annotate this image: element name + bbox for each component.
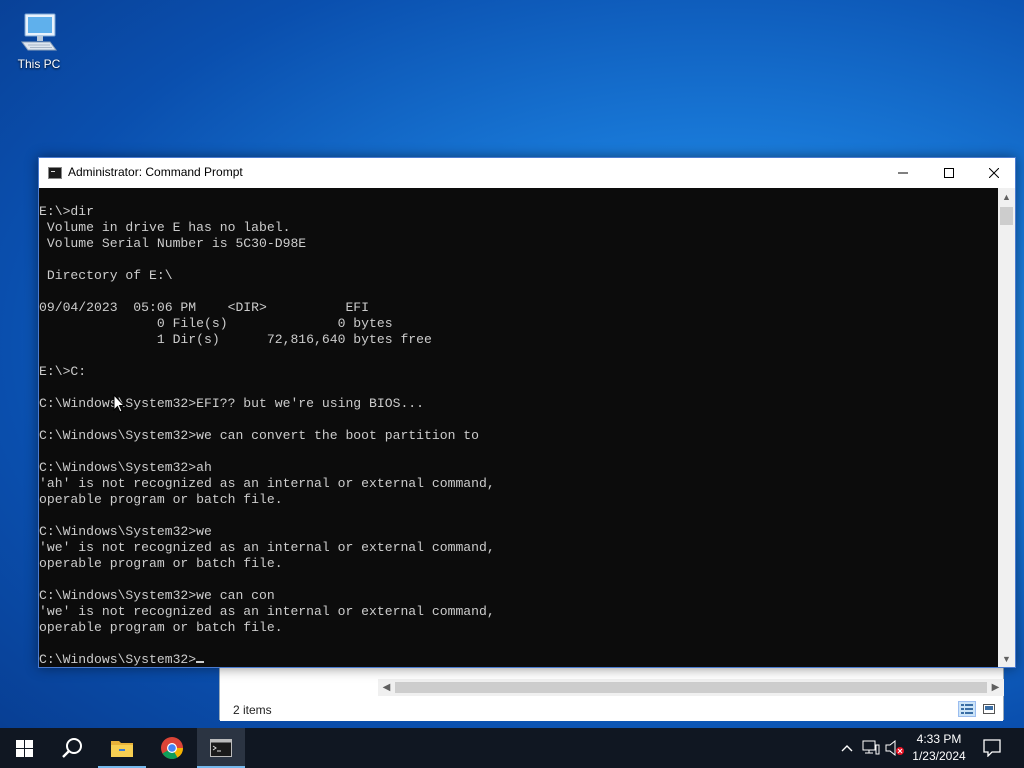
item-count: 2 items [233, 703, 272, 717]
search-icon [62, 738, 82, 758]
taskbar-file-explorer[interactable] [98, 728, 146, 768]
show-hidden-icons-button[interactable] [838, 728, 856, 768]
desktop-icon-this-pc[interactable]: This PC [8, 8, 70, 71]
terminal-icon [210, 739, 232, 757]
clock-time: 4:33 PM [916, 732, 962, 746]
title-bar[interactable]: Administrator: Command Prompt [39, 158, 1015, 188]
console-prompt: C:\Windows\System32> [39, 652, 197, 667]
network-button[interactable] [860, 728, 882, 768]
windows-logo-icon [15, 739, 33, 757]
status-bar: 2 items [220, 697, 1003, 721]
command-prompt-window[interactable]: Administrator: Command Prompt E:\>dir Vo… [38, 157, 1016, 668]
window-title: Administrator: Command Prompt [68, 165, 243, 179]
search-button[interactable] [48, 728, 96, 768]
scroll-down-icon[interactable]: ▼ [998, 650, 1015, 667]
scrollbar-thumb[interactable] [395, 682, 987, 693]
console-text: E:\>dir Volume in drive E has no label. … [39, 204, 495, 635]
maximize-icon [944, 168, 954, 178]
scroll-right-icon[interactable]: ▶ [987, 679, 1004, 696]
minimize-icon [898, 172, 908, 174]
action-center-button[interactable] [976, 728, 1008, 768]
minimize-button[interactable] [880, 158, 926, 188]
details-view-button[interactable] [958, 701, 976, 717]
console-output[interactable]: E:\>dir Volume in drive E has no label. … [39, 188, 1000, 667]
text-cursor [196, 661, 205, 663]
notification-icon [983, 739, 1001, 757]
scroll-left-icon[interactable]: ◀ [378, 679, 395, 696]
clock-date: 1/23/2024 [912, 749, 966, 763]
large-icons-view-icon [983, 704, 995, 714]
folder-icon [111, 741, 133, 757]
maximize-button[interactable] [926, 158, 972, 188]
computer-icon [21, 13, 57, 51]
start-button[interactable] [0, 728, 48, 768]
cmd-app-icon [48, 167, 62, 179]
taskbar-command-prompt[interactable] [197, 728, 245, 768]
clock[interactable]: 4:33 PM 1/23/2024 [906, 728, 972, 768]
details-view-icon [961, 704, 973, 714]
scroll-up-icon[interactable]: ▲ [998, 188, 1015, 205]
chrome-icon [161, 737, 183, 759]
taskbar: 4:33 PM 1/23/2024 [0, 728, 1024, 768]
vertical-scrollbar[interactable]: ▲ ▼ [998, 188, 1015, 667]
volume-button[interactable] [884, 728, 906, 768]
volume-muted-icon [885, 740, 904, 756]
mouse-pointer-icon [113, 394, 125, 413]
large-icons-view-button[interactable] [980, 701, 998, 717]
network-icon [862, 740, 880, 755]
chevron-up-icon [841, 745, 853, 752]
horizontal-scrollbar[interactable]: ◀ ▶ [378, 679, 1004, 696]
close-icon [989, 168, 999, 178]
scrollbar-thumb[interactable] [1000, 207, 1013, 225]
desktop-icon-label: This PC [17, 57, 61, 71]
taskbar-chrome[interactable] [148, 728, 196, 768]
close-button[interactable] [971, 158, 1017, 188]
